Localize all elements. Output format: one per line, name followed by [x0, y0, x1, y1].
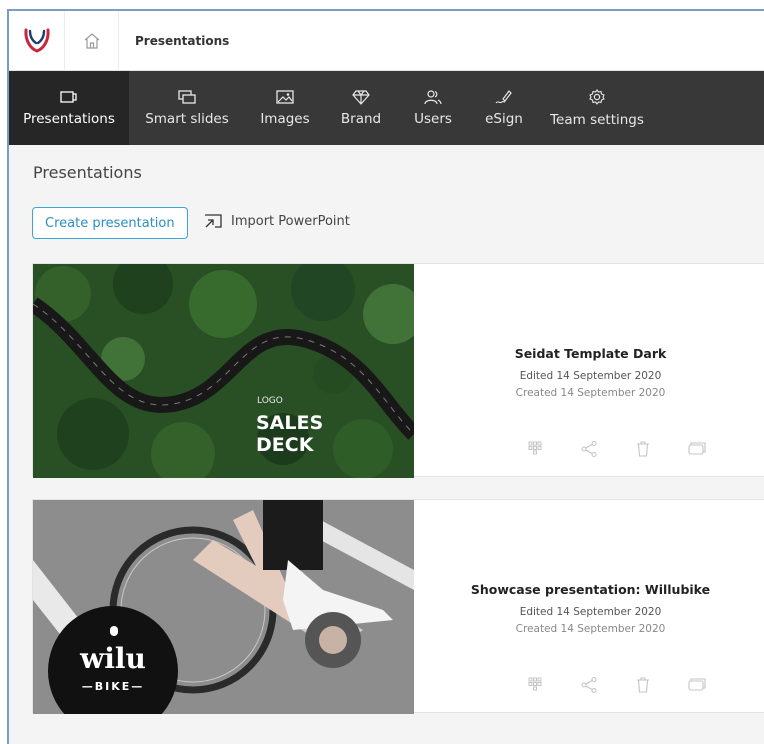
presentation-info: Seidat Template Dark Edited 14 September… — [414, 264, 764, 478]
nav-label: Presentations — [23, 111, 115, 127]
presentation-name[interactable]: Showcase presentation: Willubike — [414, 582, 764, 597]
trash-icon — [637, 677, 649, 693]
grid-icon — [528, 441, 542, 455]
nav-label: Users — [414, 111, 452, 127]
image-icon — [276, 90, 294, 104]
nav-label: Brand — [340, 111, 382, 127]
share-icon — [581, 440, 597, 458]
top-bar: Presentations — [9, 11, 764, 71]
edited-date: Edited 14 September 2020 — [519, 370, 662, 382]
nav-label: eSign — [485, 111, 523, 127]
grid-view-button[interactable] — [508, 440, 562, 458]
presentation-thumbnail[interactable]: wilu —BIKE— — [33, 500, 414, 714]
card-actions — [508, 676, 724, 694]
created-date: Created 14 September 2020 — [515, 623, 666, 635]
presentation-card[interactable]: wilu —BIKE— Showcase presentation: Willu… — [32, 499, 764, 714]
thumb-title-line-2: DECK — [256, 434, 314, 456]
pen-icon — [495, 90, 512, 104]
share-button[interactable] — [562, 676, 616, 694]
brand-subtitle: —BIKE— — [81, 680, 145, 693]
nav-item-users[interactable]: Users — [397, 71, 469, 145]
import-label: Import PowerPoint — [231, 213, 350, 229]
logo[interactable] — [9, 11, 65, 71]
home-icon — [84, 32, 99, 49]
antler-logo-icon — [23, 28, 50, 53]
forest-road-image — [33, 264, 414, 478]
nav-label: Smart slides — [145, 111, 229, 127]
nav-label: Team settings — [550, 112, 644, 128]
thumb-title: SALES DECK — [256, 412, 323, 456]
created-date: Created 14 September 2020 — [515, 387, 666, 399]
thumb-title-line-1: SALES — [256, 412, 324, 434]
import-icon — [205, 214, 222, 228]
brand-name: wilu — [80, 642, 146, 675]
edited-date: Edited 14 September 2020 — [519, 606, 662, 618]
nav-item-team-settings[interactable]: Team settings — [539, 71, 655, 145]
create-presentation-button[interactable]: Create presentation — [32, 207, 188, 239]
nav-item-brand[interactable]: Brand — [325, 71, 397, 145]
duplicate-button[interactable] — [670, 676, 724, 694]
share-button[interactable] — [562, 440, 616, 458]
trash-icon — [637, 441, 649, 457]
share-icon — [581, 676, 597, 694]
copy-icon — [688, 442, 706, 455]
page-title: Presentations — [33, 163, 142, 182]
presentation-info: Showcase presentation: Willubike Edited … — [414, 500, 764, 714]
app-window: Presentations Presentations Smart slides… — [7, 9, 764, 744]
nav-label: Images — [260, 111, 310, 127]
home-button[interactable] — [65, 11, 119, 71]
presentation-thumbnail[interactable]: LOGO SALES DECK — [33, 264, 414, 478]
copy-icon — [688, 678, 706, 691]
grid-view-button[interactable] — [508, 676, 562, 694]
delete-button[interactable] — [616, 440, 670, 458]
presentation-icon — [60, 91, 77, 103]
nav-item-esign[interactable]: eSign — [469, 71, 539, 145]
gear-icon — [589, 89, 605, 105]
smart-slides-icon — [178, 90, 196, 104]
delete-button[interactable] — [616, 676, 670, 694]
drop-icon — [110, 626, 118, 636]
presentation-name[interactable]: Seidat Template Dark — [414, 346, 764, 361]
grid-icon — [528, 677, 542, 691]
thumb-logo-text: LOGO — [257, 396, 283, 406]
main-nav: Presentations Smart slides Images Brand — [9, 71, 764, 145]
nav-item-smart-slides[interactable]: Smart slides — [129, 71, 245, 145]
card-actions — [508, 440, 724, 458]
users-icon — [424, 90, 442, 105]
presentation-card[interactable]: LOGO SALES DECK Seidat Template Dark Edi… — [32, 263, 764, 478]
diamond-icon — [352, 90, 370, 105]
nav-item-images[interactable]: Images — [245, 71, 325, 145]
breadcrumb: Presentations — [135, 33, 230, 48]
duplicate-button[interactable] — [670, 440, 724, 458]
import-powerpoint-link[interactable]: Import PowerPoint — [203, 213, 350, 229]
nav-item-presentations[interactable]: Presentations — [9, 71, 129, 145]
